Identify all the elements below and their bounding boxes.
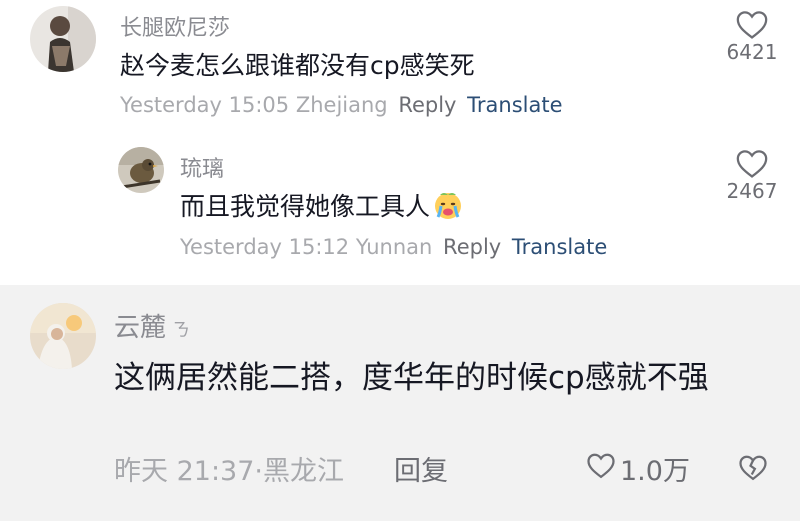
broken-heart-icon[interactable] bbox=[738, 455, 768, 485]
reply-item: 琉璃 而且我觉得她像工具人 Yesterday 15:12 Yunnan Rep… bbox=[0, 135, 800, 285]
location: Yunnan bbox=[355, 235, 433, 259]
comment-text-body: 而且我觉得她像工具人 bbox=[180, 192, 431, 221]
translate-button[interactable]: Translate bbox=[512, 235, 607, 259]
reply-button[interactable]: 回复 bbox=[394, 449, 448, 488]
like-count: 2467 bbox=[726, 179, 778, 203]
timestamp: Yesterday 15:12 bbox=[180, 235, 350, 259]
comment-item: 长腿欧尼莎 赵今麦怎么跟谁都没有cp感笑死 Yesterday 15:05 Zh… bbox=[0, 0, 800, 135]
user-avatar[interactable] bbox=[30, 303, 96, 369]
comment-meta: Yesterday 15:05 Zhejiang Reply Translate bbox=[120, 93, 563, 117]
like-button[interactable]: 2467 bbox=[720, 147, 784, 203]
user-avatar[interactable] bbox=[118, 147, 164, 193]
username[interactable]: 琉璃 bbox=[180, 151, 224, 183]
user-avatar-photo-icon bbox=[30, 303, 96, 369]
user-avatar[interactable] bbox=[30, 6, 96, 72]
username-tag: ㄋ bbox=[172, 320, 191, 341]
user-avatar-photo-icon bbox=[30, 6, 96, 72]
reply-button[interactable]: Reply bbox=[398, 93, 456, 117]
comment-item-highlighted: 云麓ㄋ 这俩居然能二搭，度华年的时候cp感就不强 昨天 21:37·黑龙江 回复… bbox=[0, 285, 800, 521]
comment-text: 而且我觉得她像工具人 bbox=[180, 187, 464, 227]
timestamp: Yesterday 15:05 bbox=[120, 93, 290, 117]
like-count: 6421 bbox=[726, 40, 778, 64]
username[interactable]: 长腿欧尼莎 bbox=[120, 10, 230, 42]
comment-text: 赵今麦怎么跟谁都没有cp感笑死 bbox=[120, 51, 475, 80]
comment-text: 这俩居然能二搭，度华年的时候cp感就不强 bbox=[114, 360, 709, 396]
comment-meta: Yesterday 15:12 Yunnan Reply Translate bbox=[180, 235, 607, 259]
reply-button[interactable]: Reply bbox=[443, 235, 501, 259]
location: Zhejiang bbox=[295, 93, 388, 117]
like-button[interactable]: 6421 bbox=[720, 8, 784, 64]
username-text: 云麓 bbox=[114, 313, 167, 343]
crying-face-emoji-icon bbox=[432, 189, 464, 227]
heart-icon[interactable] bbox=[720, 8, 784, 40]
heart-icon[interactable] bbox=[586, 451, 616, 486]
bird-avatar-photo-icon bbox=[118, 147, 164, 193]
like-button[interactable]: 1.0万 bbox=[586, 449, 690, 488]
translate-button[interactable]: Translate bbox=[467, 93, 562, 117]
timestamp-location: 昨天 21:37·黑龙江 bbox=[114, 456, 344, 487]
like-count: 1.0万 bbox=[620, 456, 690, 487]
username[interactable]: 云麓ㄋ bbox=[114, 307, 190, 344]
dislike-button[interactable] bbox=[738, 453, 768, 485]
heart-icon[interactable] bbox=[720, 147, 784, 179]
